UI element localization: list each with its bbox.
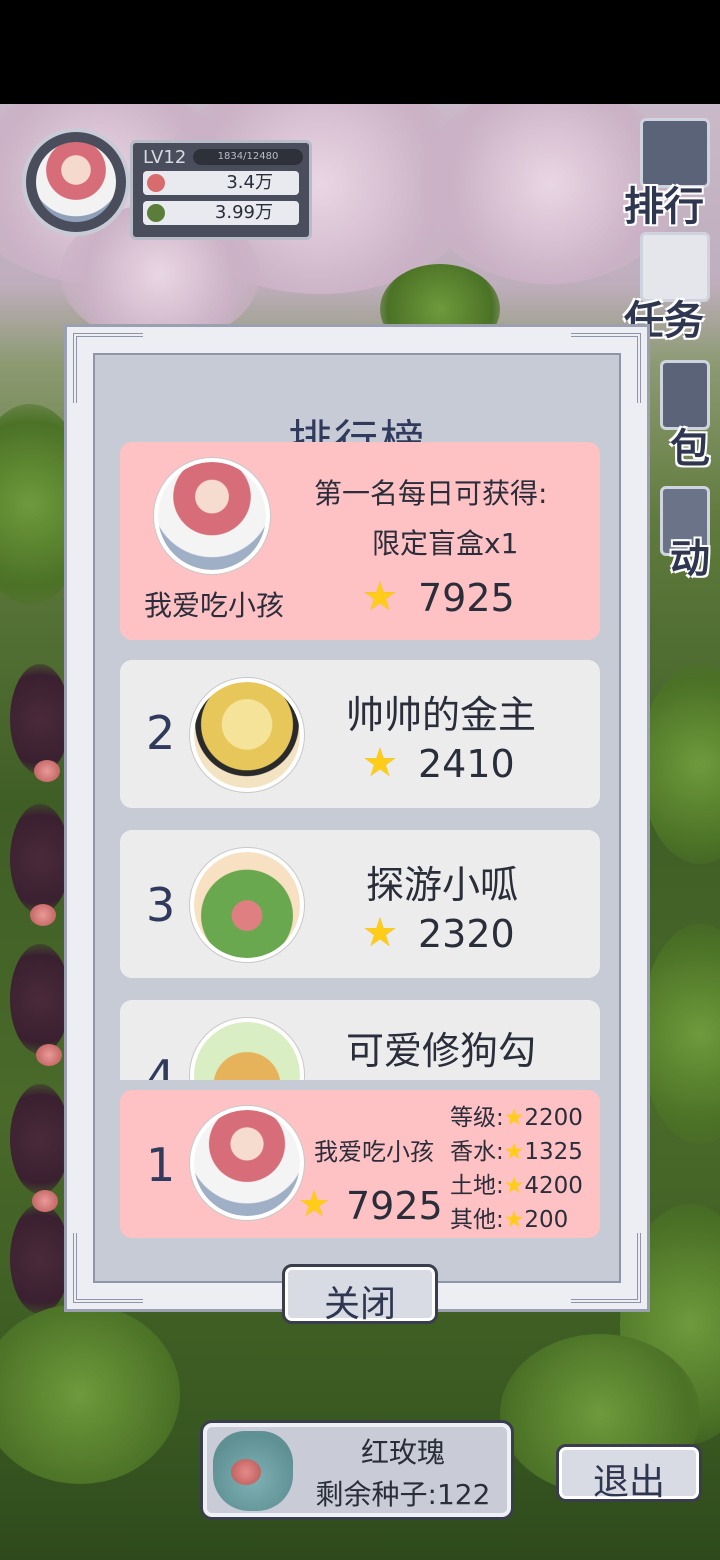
side-label-ranking: 排行 — [624, 184, 704, 230]
leaderboard-row[interactable]: 2 帅帅的金主 ★ 2410 — [120, 660, 600, 808]
player-name: 可爱修狗勾 — [346, 1029, 537, 1073]
player-score: 2410 — [418, 742, 515, 786]
resource-row-1: 3.4万 — [143, 171, 299, 195]
score-breakdown-land: 土地:★4200 — [450, 1173, 583, 1199]
score-breakdown-perfume: 香水:★1325 — [450, 1139, 583, 1165]
player-level: LV12 — [143, 147, 187, 168]
star-icon: ★ — [503, 1173, 525, 1199]
star-icon: ★ — [362, 910, 398, 956]
my-rank-card: 1 我爱吃小孩 ★ 7925 等级:★2200 香水:★1325 土地:★420… — [120, 1090, 600, 1238]
seed-remaining: 剩余种子:122 — [315, 1478, 491, 1511]
my-avatar[interactable] — [190, 1106, 304, 1220]
resource-2-value: 3.99万 — [214, 202, 273, 223]
reward-line-1: 第一名每日可获得: — [314, 477, 548, 510]
first-place-card: 我爱吃小孩 第一名每日可获得: 限定盲盒x1 ★ 7925 — [120, 442, 600, 640]
my-score: 7925 — [346, 1184, 443, 1228]
exit-button-label: 退出 — [592, 1462, 665, 1503]
exit-button[interactable]: 退出 — [556, 1444, 702, 1503]
star-icon: ★ — [362, 740, 398, 786]
close-button[interactable]: 关闭 — [282, 1264, 438, 1325]
score-breakdown-other: 其他:★200 — [450, 1207, 569, 1233]
score-breakdown-level: 等级:★2200 — [450, 1105, 583, 1131]
player-avatar[interactable] — [190, 848, 304, 962]
exp-bar: 1834/12480 — [193, 149, 303, 165]
seed-name: 红玫瑰 — [360, 1436, 445, 1469]
seed-selector[interactable]: 红玫瑰 剩余种子:122 — [200, 1420, 514, 1520]
leaf-icon — [147, 204, 165, 222]
rank-number: 3 — [146, 878, 176, 932]
player-name: 探游小呱 — [366, 863, 519, 907]
first-place-score: 7925 — [418, 576, 515, 620]
side-label-activity: 动 — [670, 536, 710, 582]
player-avatar[interactable] — [190, 678, 304, 792]
star-icon: ★ — [503, 1139, 525, 1165]
petal-icon — [147, 174, 165, 192]
player-score: 2320 — [418, 912, 515, 956]
rose-icon — [231, 1459, 261, 1485]
my-name: 我爱吃小孩 — [314, 1138, 434, 1166]
close-button-label: 关闭 — [323, 1284, 396, 1325]
side-label-bag: 包 — [670, 426, 710, 472]
player-avatar[interactable] — [36, 142, 116, 222]
star-icon: ★ — [362, 574, 398, 620]
first-place-avatar[interactable] — [154, 458, 270, 574]
player-avatar[interactable] — [190, 1018, 304, 1080]
player-name: 帅帅的金主 — [346, 693, 537, 737]
my-rank-number: 1 — [146, 1138, 176, 1192]
player-stats-panel: LV12 1834/12480 3.4万 3.99万 — [130, 140, 312, 240]
rank-number: 4 — [146, 1050, 176, 1080]
status-bar — [0, 0, 720, 104]
star-icon: ★ — [503, 1207, 525, 1233]
star-icon: ★ — [298, 1184, 331, 1225]
rank-number: 2 — [146, 706, 176, 760]
leaderboard-scroll-clip: 4 可爱修狗勾 — [120, 1000, 600, 1080]
resource-1-value: 3.4万 — [226, 172, 273, 193]
leaderboard-row[interactable]: 3 探游小呱 ★ 2320 — [120, 830, 600, 978]
player-card[interactable]: LV12 1834/12480 3.4万 3.99万 — [12, 120, 312, 244]
first-place-name: 我爱吃小孩 — [144, 589, 285, 622]
star-icon: ★ — [503, 1105, 525, 1131]
reward-line-2: 限定盲盒x1 — [372, 527, 519, 560]
side-button-ranking[interactable]: 排行 — [620, 118, 720, 230]
resource-row-2: 3.99万 — [143, 201, 299, 225]
leaderboard-row[interactable]: 4 可爱修狗勾 — [120, 1000, 600, 1080]
exp-text: 1834/12480 — [217, 151, 279, 162]
